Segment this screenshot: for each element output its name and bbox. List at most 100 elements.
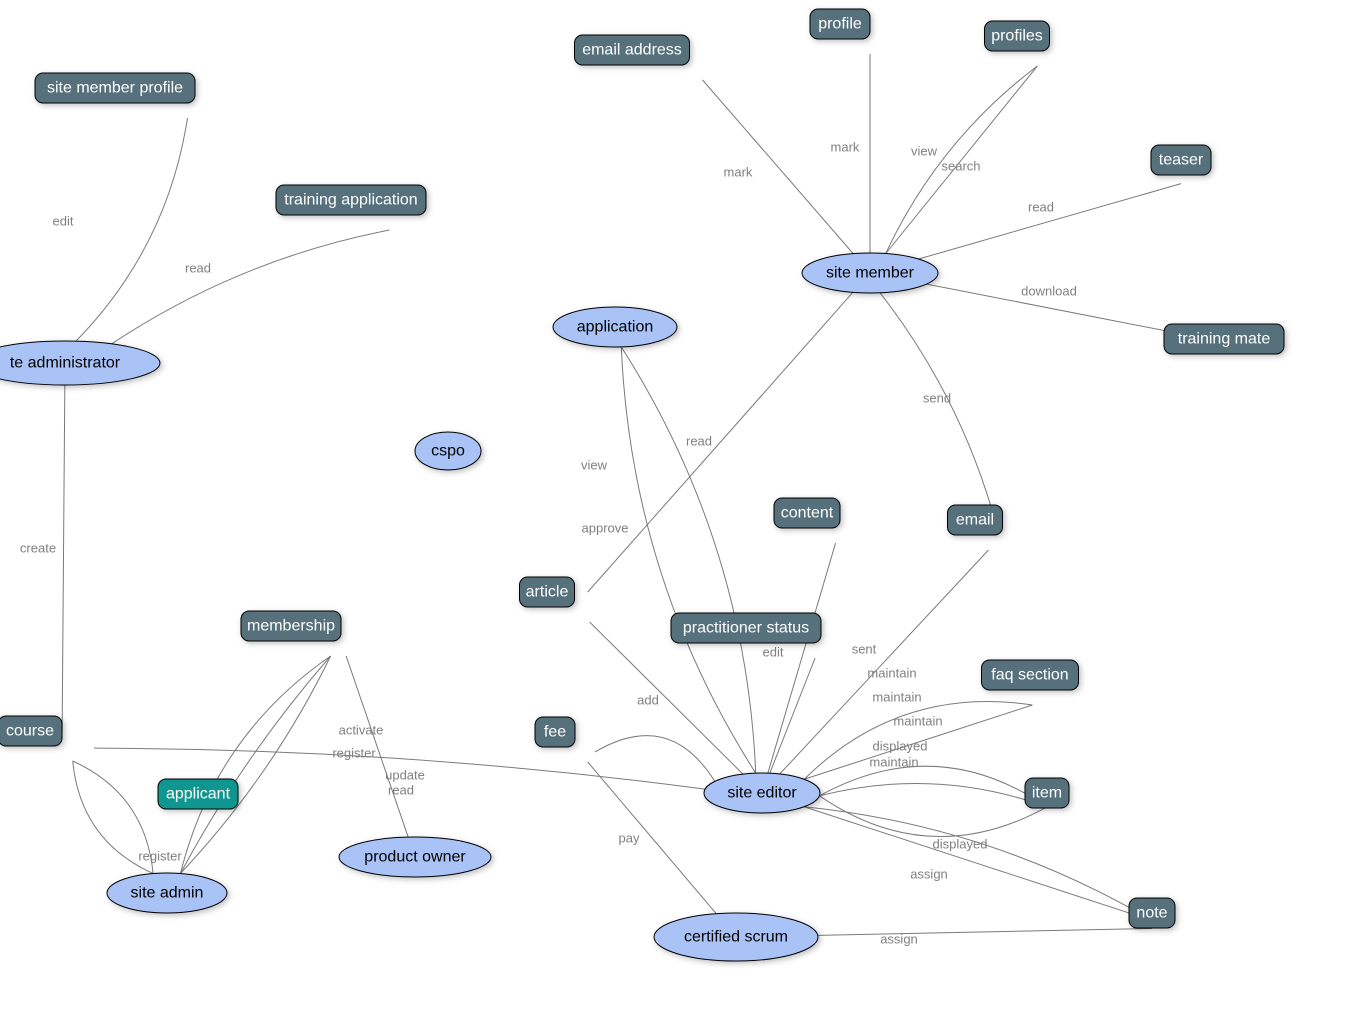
edge-label: mark	[831, 140, 860, 155]
node-site_editor[interactable]: site editor	[704, 773, 820, 813]
edge-label: update	[385, 768, 425, 783]
edge-label: displayed	[933, 837, 988, 852]
edge-site_member-teaser	[919, 184, 1181, 259]
edge-site_editor-item	[819, 766, 1047, 807]
node-label: fee	[544, 724, 566, 741]
edge-label: register	[332, 746, 376, 761]
edge-site_member-email	[880, 293, 995, 520]
node-label: membership	[247, 618, 335, 635]
node-label: teaser	[1159, 152, 1204, 169]
node-label: training application	[284, 192, 417, 209]
node-site_member_profile[interactable]: site member profile	[35, 73, 195, 103]
edge-label: search	[941, 159, 980, 174]
node-membership[interactable]: membership	[241, 611, 341, 641]
edge-label: view	[911, 144, 938, 159]
edge-label: add	[637, 693, 659, 708]
edge-site_admin-membership	[180, 656, 330, 874]
edge-label: edit	[763, 645, 784, 660]
node-item[interactable]: item	[1025, 778, 1069, 808]
node-teaser[interactable]: teaser	[1151, 145, 1211, 175]
edge-site_administrator-site_member_profile	[76, 118, 188, 341]
edge-label: activate	[339, 723, 384, 738]
node-label: application	[577, 319, 654, 336]
node-label: item	[1032, 785, 1062, 802]
node-applicant[interactable]: applicant	[158, 779, 238, 809]
node-site_admin[interactable]: site admin	[107, 873, 227, 913]
node-profiles[interactable]: profiles	[985, 21, 1050, 51]
edge-label: assign	[910, 867, 948, 882]
node-label: article	[526, 584, 569, 601]
edge-label: approve	[582, 521, 629, 536]
edge-label: mark	[724, 165, 753, 180]
node-label: site member profile	[47, 80, 183, 97]
edge-site_admin-membership	[180, 656, 330, 874]
node-practitioner_status[interactable]: practitioner status	[671, 613, 821, 643]
node-label: certified scrum	[684, 929, 788, 946]
node-training_material[interactable]: training mate	[1164, 324, 1284, 354]
edge-site_administrator-course	[62, 385, 65, 731]
edge-label: assign	[880, 932, 918, 947]
node-profile[interactable]: profile	[810, 9, 870, 39]
node-article[interactable]: article	[520, 577, 575, 607]
node-site_member[interactable]: site member	[802, 253, 938, 293]
node-label: te administrator	[10, 355, 121, 372]
node-label: content	[781, 505, 834, 522]
node-label: profiles	[991, 28, 1043, 45]
node-label: email	[956, 512, 994, 529]
edge-cst-note	[818, 928, 1152, 935]
edge-label: create	[20, 541, 56, 556]
node-label: site editor	[727, 785, 797, 802]
node-label: profile	[818, 16, 862, 33]
edge-site_editor-application	[621, 347, 755, 773]
node-label: applicant	[166, 786, 231, 803]
edge-site_editor-note	[804, 807, 1152, 921]
node-application[interactable]: application	[553, 307, 677, 347]
node-training_application[interactable]: training application	[276, 185, 426, 215]
graph-canvas[interactable]: editreadcreatemarkmarkviewsearchreaddown…	[0, 0, 1354, 1024]
edges-layer: editreadcreatemarkmarkviewsearchreaddown…	[20, 54, 1224, 947]
node-email_address[interactable]: email address	[575, 35, 690, 65]
node-course[interactable]: course	[0, 716, 62, 746]
node-label: email address	[582, 42, 682, 59]
edge-cst-fee	[588, 762, 717, 914]
edge-label: send	[923, 391, 951, 406]
edge-label: maintain	[872, 690, 921, 705]
node-label: faq section	[991, 667, 1068, 684]
node-label: cspo	[431, 443, 465, 460]
edge-site_admin-membership	[180, 656, 330, 874]
node-email[interactable]: email	[948, 505, 1003, 535]
node-label: course	[6, 723, 54, 740]
edge-label: download	[1021, 284, 1077, 299]
node-label: training mate	[1178, 331, 1271, 348]
node-faq_section[interactable]: faq section	[982, 660, 1079, 690]
edge-site_editor-fee	[595, 736, 715, 782]
edge-site_editor-application	[621, 347, 755, 773]
edge-label: maintain	[869, 755, 918, 770]
node-label: note	[1136, 905, 1167, 922]
node-cspo[interactable]: cspo	[415, 432, 481, 470]
edge-label: view	[581, 458, 608, 473]
node-cst[interactable]: certified scrum	[654, 913, 818, 961]
nodes-layer: site member profile training application t…	[0, 9, 1284, 961]
node-product_owner[interactable]: product owner	[339, 837, 491, 877]
edge-site_editor-item	[819, 796, 1047, 837]
edge-site_administrator-training_application	[112, 230, 390, 344]
edge-label: maintain	[867, 666, 916, 681]
node-label: practitioner status	[683, 620, 809, 637]
edge-label: read	[185, 261, 211, 276]
node-fee[interactable]: fee	[535, 717, 575, 747]
edge-label: sent	[852, 642, 877, 657]
node-site_administrator[interactable]: te administrator	[0, 341, 160, 385]
edge-label: pay	[619, 831, 640, 846]
node-label: product owner	[364, 849, 466, 866]
edge-label: read	[1028, 200, 1054, 215]
edge-label: maintain	[893, 714, 942, 729]
edge-site_editor-article	[590, 622, 743, 774]
edge-label: read	[686, 434, 712, 449]
edge-label: register	[138, 849, 182, 864]
node-label: site admin	[131, 885, 204, 902]
edge-site_editor-practitioner_status	[770, 658, 815, 773]
node-content[interactable]: content	[774, 498, 840, 528]
node-note[interactable]: note	[1129, 898, 1175, 928]
edge-label: displayed	[873, 739, 928, 754]
